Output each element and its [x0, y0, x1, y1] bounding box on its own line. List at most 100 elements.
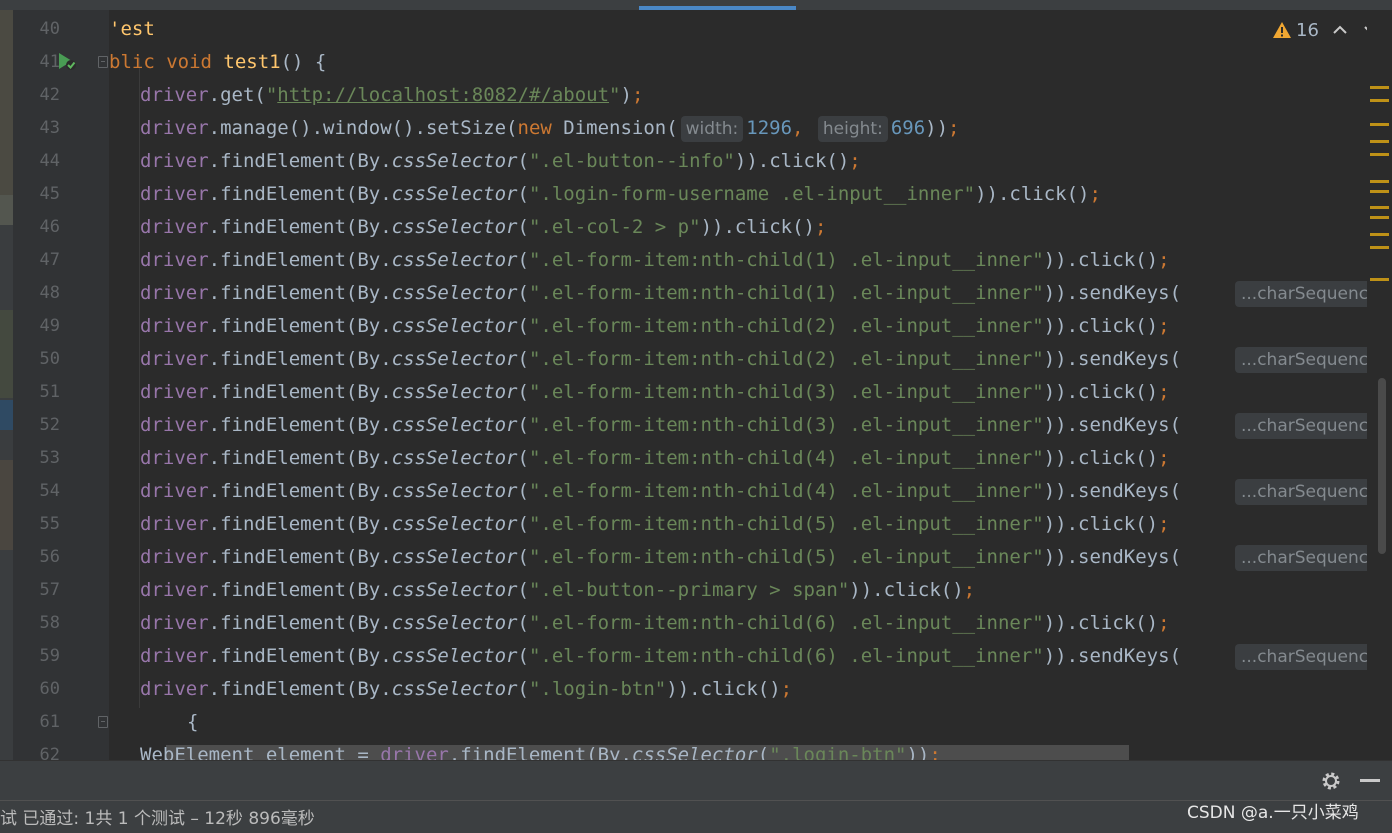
- run-test-icon[interactable]: [56, 50, 78, 72]
- code-token: )).click(): [1043, 612, 1159, 634]
- warning-marker[interactable]: [1370, 99, 1389, 102]
- editor-tab-strip: [0, 0, 1392, 10]
- line-number: 49: [39, 316, 60, 336]
- chevron-up-icon[interactable]: [1330, 18, 1350, 42]
- strip-segment: [0, 460, 13, 550]
- code-line[interactable]: driver.findElement(By.cssSelector(".el-f…: [140, 409, 1181, 442]
- warning-marker[interactable]: [1370, 233, 1389, 236]
- code-token: (: [517, 183, 529, 205]
- code-line[interactable]: driver.findElement(By.cssSelector(".el-f…: [140, 244, 1170, 277]
- code-line[interactable]: driver.get("http://localhost:8082/#/abou…: [140, 79, 643, 112]
- code-line[interactable]: driver.findElement(By.cssSelector(".el-b…: [140, 145, 861, 178]
- code-token: ".login-form-username .el-input__inner": [528, 183, 976, 205]
- code-token: driver: [140, 150, 209, 172]
- warning-marker[interactable]: [1370, 86, 1389, 89]
- code-line[interactable]: driver.findElement(By.cssSelector(".el-f…: [140, 541, 1181, 574]
- warning-marker[interactable]: [1370, 153, 1389, 156]
- code-line[interactable]: driver.findElement(By.cssSelector(".el-f…: [140, 442, 1170, 475]
- fold-marker-icon[interactable]: [98, 716, 108, 728]
- code-token: cssSelector: [391, 282, 518, 304]
- code-line[interactable]: {: [187, 706, 198, 739]
- code-token: (: [517, 678, 529, 700]
- code-editor[interactable]: 'est blic void test1() {driver.get("http:…: [109, 10, 1367, 760]
- code-line[interactable]: driver.findElement(By.cssSelector(".el-b…: [140, 574, 975, 607]
- code-token: .findElement(By.: [208, 381, 392, 403]
- minimize-icon[interactable]: [1360, 779, 1380, 782]
- code-token: ".el-col-2 > p": [528, 216, 701, 238]
- code-token: driver: [140, 84, 209, 106]
- code-token: http://localhost:8082/#/about: [277, 84, 610, 106]
- code-token: () {: [280, 51, 327, 73]
- code-token: new: [517, 117, 564, 139]
- code-line[interactable]: driver.findElement(By.cssSelector(".el-c…: [140, 211, 826, 244]
- code-token: (: [517, 348, 529, 370]
- warning-marker[interactable]: [1370, 216, 1389, 219]
- code-token: cssSelector: [391, 579, 518, 601]
- code-token: {: [187, 711, 199, 733]
- code-token: (: [517, 381, 529, 403]
- code-line[interactable]: driver.findElement(By.cssSelector(".logi…: [140, 178, 1101, 211]
- warning-marker[interactable]: [1370, 180, 1389, 183]
- code-token: ,: [792, 117, 815, 139]
- code-token: .get(: [208, 84, 266, 106]
- code-token: driver: [140, 216, 209, 238]
- code-token: cssSelector: [391, 216, 518, 238]
- code-line[interactable]: driver.findElement(By.cssSelector(".el-f…: [140, 475, 1181, 508]
- parameter-hint: ...charSequences:: [1235, 281, 1367, 307]
- code-token: blic void: [109, 51, 224, 73]
- line-number: 47: [39, 250, 60, 270]
- code-token: cssSelector: [391, 612, 518, 634]
- code-token: WebElement element =: [140, 744, 381, 760]
- code-token: .findElement(By.: [448, 744, 632, 760]
- code-token: ".login-btn": [769, 744, 907, 760]
- warning-marker[interactable]: [1370, 278, 1389, 281]
- line-number: 45: [39, 184, 60, 204]
- code-token: )).sendKeys(: [1043, 546, 1182, 568]
- code-line[interactable]: driver.findElement(By.cssSelector(".el-f…: [140, 607, 1170, 640]
- warning-marker[interactable]: [1370, 246, 1389, 249]
- test-status-text[interactable]: 试 已通过: 1共 1 个测试 – 12秒 896毫秒: [0, 806, 315, 832]
- warning-marker[interactable]: [1370, 140, 1389, 143]
- code-line[interactable]: driver.findElement(By.cssSelector(".el-f…: [140, 508, 1170, 541]
- code-token: cssSelector: [391, 480, 518, 502]
- code-token: )).click(): [849, 579, 964, 601]
- code-token: .findElement(By.: [208, 480, 392, 502]
- line-number: 58: [39, 613, 60, 633]
- line-number: 41: [39, 52, 60, 72]
- gear-icon[interactable]: [1320, 770, 1342, 792]
- code-token: ".el-button--primary > span": [528, 579, 850, 601]
- warning-marker[interactable]: [1370, 206, 1389, 209]
- code-token: (: [517, 216, 529, 238]
- code-token: ;: [780, 678, 793, 700]
- code-token: ;: [1158, 381, 1170, 403]
- code-line[interactable]: 'est: [109, 13, 155, 46]
- code-line[interactable]: driver.findElement(By.cssSelector(".el-f…: [140, 310, 1170, 343]
- scrollbar-thumb[interactable]: [1378, 378, 1386, 554]
- code-token: ".el-form-item:nth-child(3) .el-input__i…: [528, 381, 1044, 403]
- code-token: .findElement(By.: [208, 678, 392, 700]
- line-number: 61: [39, 712, 60, 732]
- warning-marker[interactable]: [1370, 190, 1389, 193]
- code-line[interactable]: driver.findElement(By.cssSelector(".el-f…: [140, 640, 1181, 673]
- code-line[interactable]: driver.manage().window().setSize(new Dim…: [140, 112, 960, 145]
- line-number: 60: [39, 679, 60, 699]
- code-line[interactable]: blic void test1() {: [109, 46, 326, 79]
- code-line[interactable]: WebElement element = driver.findElement(…: [140, 739, 941, 760]
- code-line[interactable]: driver.findElement(By.cssSelector(".logi…: [140, 673, 792, 706]
- code-line[interactable]: driver.findElement(By.cssSelector(".el-f…: [140, 277, 1181, 310]
- code-token: )).click(): [975, 183, 1090, 205]
- code-token: driver: [140, 282, 209, 304]
- code-token: ".el-form-item:nth-child(3) .el-input__i…: [528, 414, 1044, 436]
- code-token: .findElement(By.: [208, 150, 392, 172]
- warning-marker[interactable]: [1370, 123, 1389, 126]
- fold-marker-icon[interactable]: [98, 56, 108, 68]
- code-line[interactable]: driver.findElement(By.cssSelector(".el-f…: [140, 343, 1181, 376]
- warning-count: 16: [1296, 19, 1319, 41]
- inspection-widget[interactable]: 16: [1272, 18, 1319, 42]
- code-line[interactable]: driver.findElement(By.cssSelector(".el-f…: [140, 376, 1170, 409]
- code-token: 696: [890, 117, 926, 139]
- line-number: 52: [39, 415, 60, 435]
- line-number: 55: [39, 514, 60, 534]
- code-token: driver: [140, 249, 209, 271]
- code-token: driver: [140, 183, 209, 205]
